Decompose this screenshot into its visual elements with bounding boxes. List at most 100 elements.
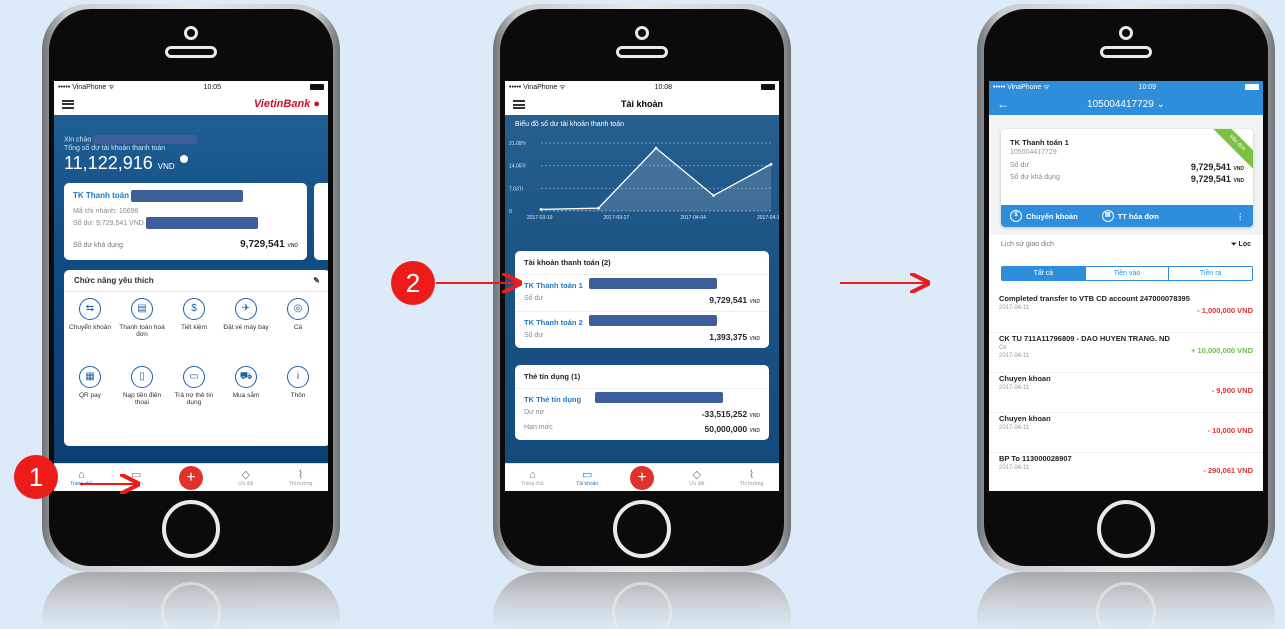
- favorite-label: Thôn: [290, 392, 306, 399]
- tab-item[interactable]: ◇ Ưu đãi: [674, 469, 720, 487]
- speaker: [165, 46, 217, 58]
- favorites-title: Chức năng yêu thích: [74, 276, 154, 285]
- reflection: [977, 572, 1275, 629]
- tab-item[interactable]: ⌇ Thị trường: [729, 469, 775, 487]
- data-point: [769, 162, 773, 166]
- redacted-account: [589, 278, 717, 289]
- tab-label: Thị trường: [288, 480, 313, 487]
- home-content: Xin chào Tổng số dư tài khoản thanh toán…: [54, 115, 328, 463]
- phone-2: ••••• VinaPhone ᯤ 10:08 Tài khoản Biểu đ…: [493, 4, 791, 572]
- account-selector[interactable]: 105004417729 ⌄: [1087, 99, 1165, 110]
- credit-item[interactable]: TK Thẻ tín dụng Dư nợ -33,515,252 VND Hạn…: [515, 389, 769, 440]
- transaction-row[interactable]: Chuyen khoan 2017-04-11- 9,900 VND: [989, 373, 1263, 413]
- detail-header: ••••• VinaPhone ᯤ 10:09 ← 105004417729 ⌄: [989, 81, 1263, 115]
- tx-amount: - 1,000,000 VND: [1197, 306, 1253, 315]
- segment-tab[interactable]: Tất cả: [1002, 267, 1086, 280]
- tab-item[interactable]: ⌇ Thị trường: [278, 469, 324, 487]
- card-payment-icon: ▭: [183, 366, 205, 388]
- tag-icon: ◇: [692, 468, 702, 481]
- more-icon[interactable]: ⋮: [1237, 212, 1245, 221]
- balance-label: Số dư: [1010, 162, 1030, 169]
- account-title: TK Thanh toán: [73, 191, 129, 201]
- transaction-row[interactable]: Chuyen khoan 2017-04-11- 10,000 VND: [989, 413, 1263, 453]
- home-icon: ⌂: [78, 468, 85, 481]
- favorites-panel: Chức năng yêu thích ✎ ⇆ Chuyển khoản ▤ Thanh…: [64, 270, 328, 446]
- favorite-label: Chuyển khoản: [69, 324, 111, 331]
- payment-accounts-card: Tài khoản thanh toán (2) TK Thanh toán 1…: [515, 251, 769, 348]
- bill-pay-button[interactable]: ▤ TT hóa đơn: [1101, 210, 1159, 222]
- data-point: [712, 194, 715, 197]
- transfer-icon: $: [1010, 210, 1022, 222]
- home-button[interactable]: [1097, 500, 1155, 558]
- transaction-row[interactable]: CK TU 711A11796809 - DAO HUYEN TRANG. ND…: [989, 333, 1263, 373]
- y-tick-label: 7.03Tr: [509, 186, 524, 192]
- favorite-item[interactable]: ▦ QR pay: [64, 366, 116, 434]
- tab-item[interactable]: +: [619, 465, 665, 490]
- plus-icon: +: [629, 465, 654, 490]
- bill-icon: ▤: [1101, 210, 1114, 222]
- camera-dot: [1119, 26, 1133, 40]
- redacted-account: [589, 315, 717, 326]
- topup-icon: ▯: [131, 366, 153, 388]
- bill-icon: ▤: [131, 298, 153, 320]
- transfer-button[interactable]: $ Chuyển khoản: [1010, 210, 1078, 222]
- tab-item[interactable]: ⌂ Trang chủ: [509, 469, 555, 487]
- page-title: Tài khoản: [505, 93, 779, 115]
- speaker: [1100, 46, 1152, 58]
- home-button[interactable]: [162, 500, 220, 558]
- transaction-row[interactable]: Completed transfer to VTB CD account 247…: [989, 293, 1263, 333]
- info-icon[interactable]: [179, 155, 188, 163]
- favorite-item[interactable]: ⇆ Chuyển khoản: [64, 298, 116, 366]
- available-value: 9,729,541 VND: [240, 239, 298, 250]
- account-item-2[interactable]: TK Thanh toán 2 Số dư 1,393,375 VND: [515, 312, 769, 348]
- favorite-item[interactable]: ◎ Cà: [272, 298, 324, 366]
- speaker: [616, 46, 668, 58]
- battery-icon: [1244, 84, 1259, 90]
- back-arrow-icon[interactable]: ←: [997, 97, 1009, 111]
- credit-title: Thẻ tín dụng (1): [515, 365, 769, 389]
- account-card[interactable]: TK Thanh toán Mã chi nhánh: 10698 Số dư:…: [64, 183, 307, 260]
- account-name: TK Thanh toán 1: [1010, 138, 1069, 147]
- tab-item[interactable]: ▭ Tài khoản: [564, 469, 610, 487]
- balance-line: Số dư: 9,729,541 VND: [73, 219, 144, 227]
- favorite-item[interactable]: i Thôn: [272, 366, 324, 434]
- data-point: [539, 207, 543, 211]
- home-button[interactable]: [613, 500, 671, 558]
- menu-icon[interactable]: [62, 99, 74, 109]
- favorite-item[interactable]: ▭ Trả nợ thẻ tín dụng: [168, 366, 220, 434]
- tag-icon: ◇: [241, 468, 251, 481]
- favorite-item[interactable]: ⛟ Mua sắm: [220, 366, 272, 434]
- total-balance: 11,122,916 VND: [64, 153, 188, 174]
- favorite-item[interactable]: ✈ Đặt vé máy bay: [220, 298, 272, 366]
- tx-description: CK TU 711A11796809 - DAO HUYEN TRANG. ND: [999, 334, 1170, 343]
- clock: 10:09: [1138, 83, 1157, 91]
- account-detail-screen: ••••• VinaPhone ᯤ 10:09 ← 105004417729 ⌄…: [989, 81, 1263, 491]
- segment-tab[interactable]: Tiền ra: [1169, 267, 1252, 280]
- menu-icon[interactable]: [513, 100, 525, 109]
- data-point: [654, 146, 658, 150]
- edit-icon[interactable]: ✎: [313, 276, 320, 285]
- favorite-label: Cà: [293, 324, 303, 331]
- x-tick-label: 2017-03-27: [604, 215, 630, 221]
- segment-tab[interactable]: Tiền vào: [1086, 267, 1170, 280]
- account-item-1[interactable]: TK Thanh toán 1 Số dư 9,729,541 VND: [515, 275, 769, 312]
- phone-1: ••••• VinaPhone ᯤ 10:05 VietinBank ● Xin…: [42, 4, 340, 572]
- tab-item[interactable]: ▭ khoản: [113, 469, 159, 487]
- tx-amount: - 10,000 VND: [1207, 426, 1253, 435]
- y-tick-label: 21.09Tr: [509, 141, 526, 147]
- filter-icon: ⏷: [1230, 241, 1237, 248]
- favorite-item[interactable]: $ Tiết kiệm: [168, 298, 220, 366]
- info-icon: i: [287, 366, 309, 388]
- tab-item[interactable]: ⌂ Trang chủ: [58, 469, 104, 487]
- tx-description: BP To 113000028907: [999, 454, 1072, 463]
- redacted-account: [131, 190, 244, 202]
- favorites-grid: ⇆ Chuyển khoản ▤ Thanh toán hoá đơn $ Tiết ki…: [64, 292, 328, 434]
- favorite-item[interactable]: ▤ Thanh toán hoá đơn: [116, 298, 168, 366]
- transfer-icon: ⇆: [79, 298, 101, 320]
- favorite-item[interactable]: ▯ Nạp tiền điện thoại: [116, 366, 168, 434]
- tab-item[interactable]: ◇ Ưu đãi: [223, 469, 269, 487]
- tab-item[interactable]: +: [168, 465, 214, 490]
- next-card-peek[interactable]: [314, 183, 328, 260]
- filter-button[interactable]: ⏷ Lọc: [1231, 241, 1251, 249]
- transaction-row[interactable]: BP To 113000028907 2017-04-11- 290,061 VN…: [989, 453, 1263, 491]
